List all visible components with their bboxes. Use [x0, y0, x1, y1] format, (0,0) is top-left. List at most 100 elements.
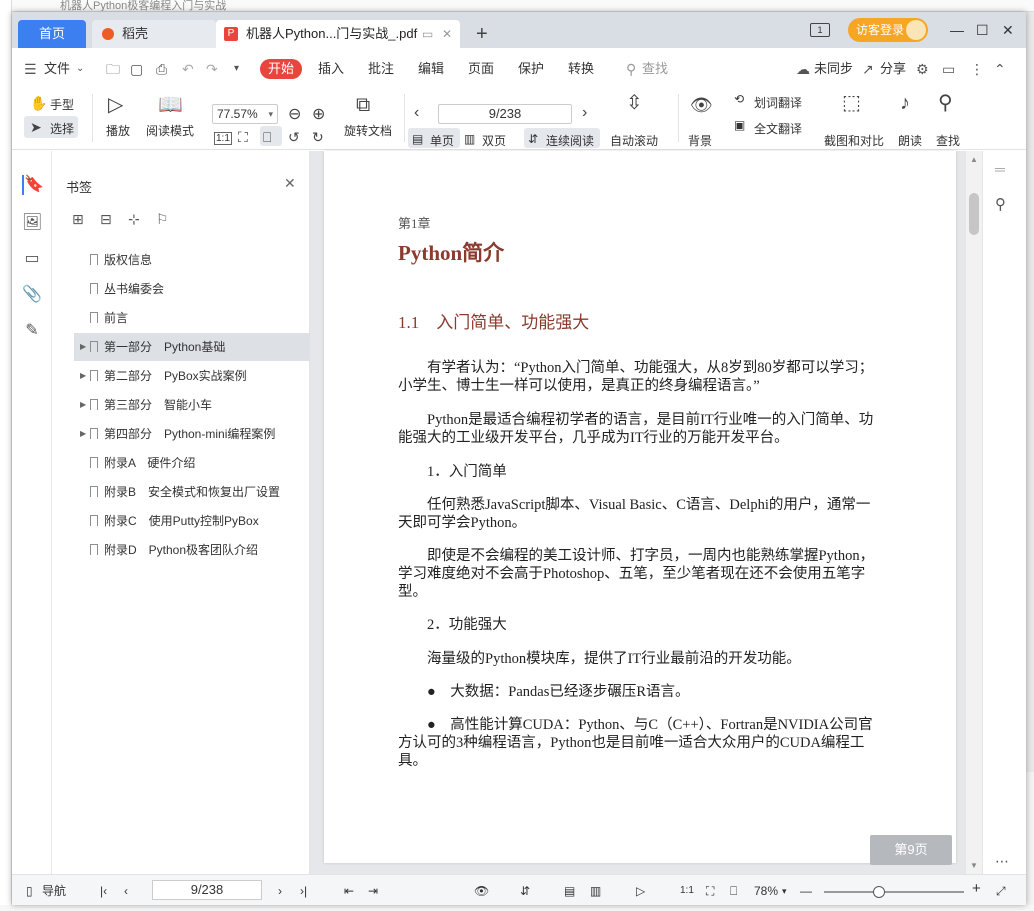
redo-icon[interactable]: ↷ — [206, 60, 218, 78]
chevron-down-icon[interactable]: ▾ — [782, 883, 787, 899]
zoom-slider[interactable] — [824, 886, 964, 898]
tab-daoke[interactable]: 稻壳 — [92, 20, 216, 48]
screenshot-compare-icon[interactable]: ⬚ — [842, 92, 861, 114]
continuous-read-button[interactable]: 连续阅读 — [546, 132, 594, 149]
settings-gear-icon[interactable]: ⚙ — [916, 60, 929, 78]
add-bookmark-icon[interactable]: ⊹ — [128, 211, 140, 227]
zoom-slider-knob[interactable] — [873, 886, 885, 898]
guest-login-button[interactable]: 访客登录 — [848, 18, 928, 42]
word-translate-button[interactable]: 划词翻译 — [754, 94, 802, 111]
fit-width-icon[interactable]: ⎕ — [730, 883, 737, 899]
select-tool-button[interactable]: 选择 — [50, 120, 74, 137]
navigation-button[interactable]: 导航 — [42, 883, 66, 899]
background-button[interactable]: 背景 — [688, 132, 712, 149]
close-window-icon[interactable]: ✕ — [1002, 18, 1014, 42]
close-panel-icon[interactable]: ✕ — [284, 175, 296, 192]
more-vertical-icon[interactable]: ⋮ — [970, 60, 984, 78]
tab-document[interactable]: P 机器人Python...门与实战_.pdf ▭ ✕ — [216, 20, 460, 48]
double-page-button[interactable]: 双页 — [482, 132, 506, 149]
bookmark-item[interactable]: ▶ 第三部分 智能小车 — [74, 391, 310, 419]
rotate-document-icon[interactable]: ⧉ — [356, 94, 370, 116]
tab-window-icon[interactable]: ▭ — [422, 20, 433, 48]
rotate-document-button[interactable]: 旋转文档 — [344, 122, 392, 139]
drag-handle-icon[interactable]: ═ — [995, 161, 1005, 177]
menu-insert[interactable]: 插入 — [318, 60, 344, 78]
text-search-icon[interactable]: ⚲ — [995, 195, 1006, 213]
find-button[interactable]: 查找 — [936, 132, 960, 149]
thumbnail-icon[interactable]: 🖼 — [22, 213, 42, 233]
scrollbar-thumb[interactable] — [969, 193, 979, 235]
save-icon[interactable]: ▢ — [130, 60, 143, 78]
tab-home[interactable]: 首页 — [18, 20, 86, 48]
status-zoom-value[interactable]: 78% — [754, 883, 778, 899]
actual-size-button[interactable]: 1:1 — [214, 132, 232, 145]
go-back-icon[interactable]: ⇤ — [344, 883, 354, 899]
expand-arrow-icon[interactable]: ▶ — [80, 391, 86, 419]
comment-icon[interactable]: ▭ — [942, 60, 955, 78]
zoom-in-icon[interactable]: + — [972, 881, 981, 897]
fit-width-icon[interactable]: ⎕ — [263, 126, 271, 148]
comment-panel-icon[interactable]: ▭ — [22, 249, 42, 269]
menu-page[interactable]: 页面 — [468, 60, 494, 78]
bookmark-item[interactable]: ▶ 第二部分 PyBox实战案例 — [74, 362, 310, 390]
chevron-down-icon[interactable]: ⌄ — [76, 60, 84, 78]
expand-arrow-icon[interactable]: ▶ — [80, 333, 86, 361]
search-icon[interactable]: ⚲ — [626, 60, 636, 78]
auto-scroll-button[interactable]: 自动滚动 — [610, 132, 658, 149]
bookmark-panel-icon[interactable]: 🔖 — [22, 175, 44, 195]
maximize-icon[interactable]: ☐ — [976, 18, 989, 42]
expand-arrow-icon[interactable]: ▶ — [80, 420, 86, 448]
first-page-icon[interactable]: |‹ — [100, 883, 107, 899]
zoom-out-icon[interactable]: ⊖ — [288, 104, 301, 126]
single-page-mode-icon[interactable]: ▤ — [564, 883, 575, 899]
menu-protect[interactable]: 保护 — [518, 60, 544, 78]
last-page-icon[interactable]: ›| — [300, 883, 307, 899]
quick-access-dropdown-icon[interactable]: ▾ — [234, 60, 239, 78]
zoom-out-icon[interactable]: — — [800, 883, 812, 899]
menu-file[interactable]: 文件 — [44, 60, 70, 78]
next-page-icon[interactable]: › — [278, 883, 282, 899]
cloud-sync-icon[interactable]: ☁ — [796, 60, 810, 78]
signature-icon[interactable]: ✎ — [22, 321, 42, 341]
bookmark-item[interactable]: 前言 — [74, 304, 310, 332]
bookmark-item[interactable]: 附录C 使用Putty控制PyBox — [74, 507, 310, 535]
open-folder-icon[interactable]: 🗀 — [106, 60, 120, 78]
status-page-input[interactable]: 9/238 — [152, 880, 262, 900]
print-icon[interactable]: ⎙ — [156, 60, 167, 78]
more-horizontal-icon[interactable]: ⋯ — [995, 853, 1009, 870]
screenshot-compare-button[interactable]: 截图和对比 — [824, 132, 884, 149]
previous-page-icon[interactable]: ‹ — [414, 102, 419, 124]
rotate-left-icon[interactable]: ↺ — [288, 126, 300, 148]
menu-start[interactable]: 开始 — [260, 59, 302, 79]
rotate-right-icon[interactable]: ↻ — [312, 126, 324, 148]
find-magnifier-icon[interactable]: ⚲ — [938, 92, 953, 114]
menu-annotate[interactable]: 批注 — [368, 60, 394, 78]
scroll-up-icon[interactable]: ▲ — [970, 155, 978, 164]
play-circle-icon[interactable]: ▷ — [108, 94, 123, 116]
zoom-combobox[interactable]: 77.57% ▾ — [212, 104, 278, 124]
menu-convert[interactable]: 转换 — [568, 60, 594, 78]
fullscreen-icon[interactable]: ⤢ — [996, 883, 1006, 899]
expand-arrow-icon[interactable]: ▶ — [80, 362, 86, 390]
expand-all-icon[interactable]: ⊞ — [72, 211, 84, 227]
auto-scroll-icon[interactable]: ⇳ — [626, 92, 643, 114]
undo-icon[interactable]: ↶ — [182, 60, 194, 78]
share-button[interactable]: 分享 — [880, 60, 906, 78]
zoom-in-icon[interactable]: ⊕ — [312, 104, 325, 126]
bookmark-item[interactable]: 丛书编委会 — [74, 275, 310, 303]
read-mode-button[interactable]: 阅读模式 — [146, 122, 194, 139]
scroll-down-icon[interactable]: ▼ — [970, 861, 978, 870]
vertical-scrollbar[interactable]: ▲ ▼ — [966, 151, 982, 874]
play-button[interactable]: 播放 — [106, 122, 130, 139]
fit-page-icon[interactable]: ⛶ — [706, 883, 714, 899]
eye-icon[interactable]: 👁 — [690, 94, 713, 116]
bookmark-item[interactable]: ▶ 第四部分 Python-mini编程案例 — [74, 420, 310, 448]
previous-page-icon[interactable]: ‹ — [124, 883, 128, 899]
bookmark-item[interactable]: 附录D Python极客团队介绍 — [74, 536, 310, 564]
bookmark-item[interactable]: 附录A 硬件介绍 — [74, 449, 310, 477]
sync-status[interactable]: 未同步 — [814, 60, 853, 78]
tab-close-icon[interactable]: ✕ — [442, 20, 452, 48]
share-icon[interactable]: ↗ — [862, 60, 874, 78]
read-aloud-icon[interactable]: ♪ — [900, 92, 910, 114]
search-input[interactable]: 查找 — [642, 60, 668, 78]
